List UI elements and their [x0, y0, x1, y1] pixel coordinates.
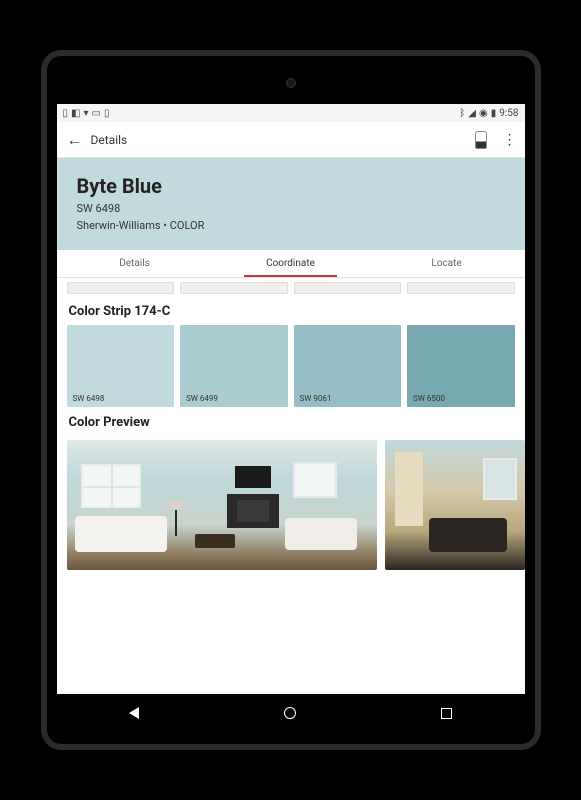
tablet-bezel: ▯ ◧ ▾ ▭ ▯ ᛒ ◢ ◉ ▮ 9:58 ← Details ⋮ — [47, 56, 535, 744]
room-window — [483, 458, 517, 500]
nav-home-button[interactable] — [284, 707, 296, 719]
paint-can-icon[interactable] — [475, 131, 487, 149]
tabs: Details Coordinate Locate — [57, 250, 525, 278]
status-right-icons: ᛒ ◢ ◉ ▮ 9:58 — [459, 108, 518, 119]
bluetooth-icon: ᛒ — [459, 108, 465, 119]
room-table — [195, 534, 235, 548]
swatch[interactable]: SW 9061 — [294, 325, 402, 407]
status-left-icons: ▯ ◧ ▾ ▭ ▯ — [63, 108, 110, 119]
more-menu-button[interactable]: ⋮ — [503, 132, 515, 148]
tab-coordinate[interactable]: Coordinate — [213, 250, 369, 277]
screen: ▯ ◧ ▾ ▭ ▯ ᛒ ◢ ◉ ▮ 9:58 ← Details ⋮ — [57, 104, 525, 694]
room-window — [293, 462, 337, 498]
preview-image[interactable] — [67, 440, 377, 570]
swatch-label: SW 9061 — [300, 394, 332, 403]
color-code: SW 6498 — [77, 202, 505, 215]
color-strip-title: Color Strip 174-C — [57, 296, 525, 325]
status-icon: ▾ — [83, 108, 88, 119]
mini-chip[interactable] — [407, 282, 515, 294]
mini-chip[interactable] — [180, 282, 288, 294]
mini-chip-row — [57, 278, 525, 296]
room-tv — [235, 466, 271, 488]
swatch-row: SW 6498 SW 6499 SW 9061 SW 6500 — [57, 325, 525, 407]
color-name: Byte Blue — [77, 174, 505, 198]
content-area: Color Strip 174-C SW 6498 SW 6499 SW 906… — [57, 278, 525, 694]
app-header: ← Details ⋮ — [57, 122, 525, 158]
mini-chip[interactable] — [67, 282, 175, 294]
room-window — [81, 464, 141, 508]
tablet-frame: ▯ ◧ ▾ ▭ ▯ ᛒ ◢ ◉ ▮ 9:58 ← Details ⋮ — [41, 50, 541, 750]
status-icon: ▯ — [104, 108, 110, 119]
back-button[interactable]: ← — [67, 130, 83, 150]
tab-details[interactable]: Details — [57, 250, 213, 277]
status-bar: ▯ ◧ ▾ ▭ ▯ ᛒ ◢ ◉ ▮ 9:58 — [57, 104, 525, 122]
swatch[interactable]: SW 6498 — [67, 325, 175, 407]
room-fireplace — [227, 494, 279, 528]
wifi-icon: ◉ — [479, 108, 488, 119]
mini-chip[interactable] — [294, 282, 402, 294]
status-icon: ▯ — [63, 108, 69, 119]
swatch-label: SW 6500 — [413, 394, 445, 403]
swatch-label: SW 6499 — [186, 394, 218, 403]
status-time: 9:58 — [499, 108, 518, 119]
preview-row — [57, 436, 525, 570]
preview-image[interactable] — [385, 440, 525, 570]
swatch[interactable]: SW 6500 — [407, 325, 515, 407]
status-icon: ◧ — [71, 108, 80, 119]
room-curtain — [395, 452, 423, 526]
android-nav-bar — [57, 694, 525, 732]
room-sofa — [285, 518, 357, 550]
nav-back-button[interactable] — [129, 707, 139, 719]
room-sofa — [429, 518, 507, 552]
swatch[interactable]: SW 6499 — [180, 325, 288, 407]
swatch-label: SW 6498 — [73, 394, 105, 403]
color-brand: Sherwin-Williams • COLOR — [77, 219, 505, 232]
battery-icon: ▮ — [491, 108, 497, 119]
room-sofa — [75, 516, 167, 552]
tab-locate[interactable]: Locate — [369, 250, 525, 277]
color-hero: Byte Blue SW 6498 Sherwin-Williams • COL… — [57, 158, 525, 250]
nav-recents-button[interactable] — [441, 708, 452, 719]
header-title: Details — [91, 133, 475, 147]
signal-icon: ◢ — [468, 108, 476, 119]
preview-title: Color Preview — [57, 407, 525, 436]
status-icon: ▭ — [92, 108, 101, 119]
room-lamp — [175, 508, 177, 536]
tablet-camera — [286, 78, 296, 88]
